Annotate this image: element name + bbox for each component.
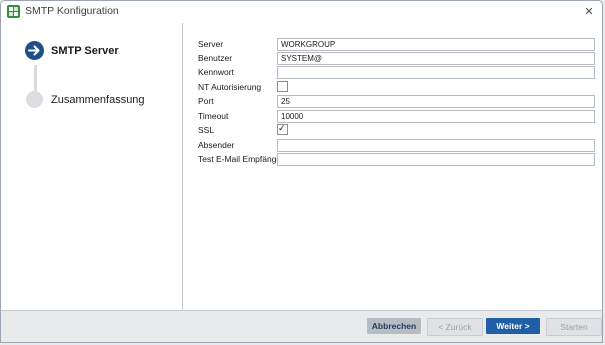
dialog-window: SMTP Konfiguration ✕ SMTP Server Zusamme… <box>0 0 603 343</box>
app-icon <box>7 5 20 18</box>
arrow-right-icon <box>25 41 44 60</box>
test-email-input[interactable] <box>277 153 595 166</box>
window-title: SMTP Konfiguration <box>25 5 119 17</box>
absender-input[interactable] <box>277 139 595 152</box>
step-smtp-server: SMTP Server <box>51 45 119 57</box>
nt-auth-label: NT Autorisierung <box>198 82 262 92</box>
absender-label: Absender <box>198 140 235 150</box>
close-icon[interactable]: ✕ <box>580 3 598 21</box>
kennwort-label: Kennwort <box>198 67 234 77</box>
step-connector <box>34 65 37 91</box>
finish-button[interactable]: Starten <box>546 318 602 336</box>
wizard-steps: SMTP Server Zusammenfassung <box>1 23 183 313</box>
smtp-form: Server WORKGROUP Benutzer SYSTEM@ Kennwo… <box>183 23 602 313</box>
port-label: Port <box>198 96 214 106</box>
port-input[interactable]: 25 <box>277 95 595 108</box>
timeout-input[interactable]: 10000 <box>277 110 595 123</box>
benutzer-input[interactable]: SYSTEM@ <box>277 52 595 65</box>
server-input[interactable]: WORKGROUP <box>277 38 595 51</box>
next-button[interactable]: Weiter > <box>486 318 540 334</box>
test-email-label: Test E-Mail Empfänger <box>198 154 284 164</box>
timeout-label: Timeout <box>198 111 229 121</box>
ssl-label: SSL <box>198 125 215 135</box>
step-pending-icon <box>26 91 43 108</box>
cancel-button[interactable]: Abbrechen <box>367 318 421 334</box>
button-bar: Abbrechen < Zurück Weiter > Starten <box>1 310 602 342</box>
checkmark-icon: ✓ <box>278 123 286 133</box>
back-button[interactable]: < Zurück <box>427 318 483 336</box>
step-zusammenfassung: Zusammenfassung <box>51 94 145 106</box>
benutzer-label: Benutzer <box>198 53 233 63</box>
ssl-checkbox[interactable]: ✓ <box>277 123 288 135</box>
kennwort-input[interactable] <box>277 66 595 79</box>
server-label: Server <box>198 39 224 49</box>
nt-auth-checkbox[interactable] <box>277 81 288 92</box>
title-bar: SMTP Konfiguration ✕ <box>1 1 602 23</box>
